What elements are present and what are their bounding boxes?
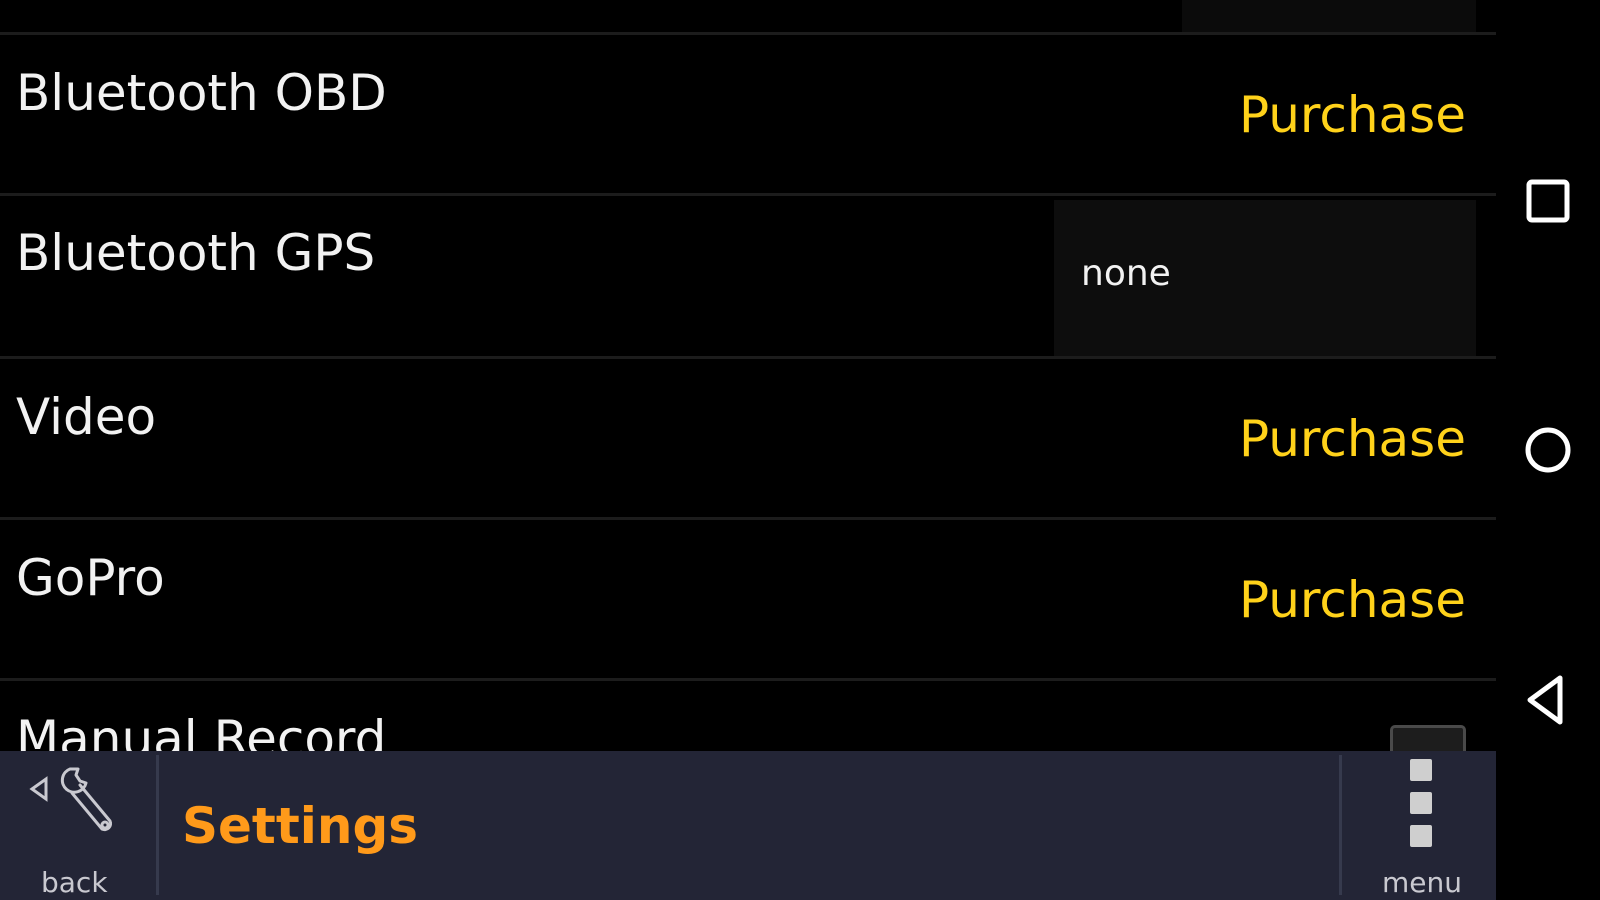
purchase-button-gopro[interactable]: Purchase [1239, 575, 1466, 625]
setting-label-gopro: GoPro [16, 549, 165, 607]
setting-row-bluetooth-gps: Bluetooth GPS none [0, 196, 1496, 358]
system-navigation-bar [1496, 0, 1600, 900]
nav-home-button[interactable] [1518, 420, 1578, 480]
previous-row-value-box[interactable] [1182, 0, 1476, 32]
nav-recents-button[interactable] [1518, 170, 1578, 230]
bluetooth-gps-select[interactable]: none [1054, 200, 1476, 358]
menu-label: menu [1382, 866, 1462, 899]
menu-dot [1410, 792, 1432, 814]
nav-back-button[interactable] [1518, 670, 1578, 730]
page-title: Settings [182, 797, 419, 855]
settings-list: Bluetooth OBD Purchase Bluetooth GPS non… [0, 0, 1496, 900]
square-icon [1526, 179, 1570, 223]
circle-icon [1525, 427, 1571, 473]
setting-row-bluetooth-obd[interactable]: Bluetooth OBD Purchase [0, 35, 1496, 193]
wrench-back-icon [29, 767, 113, 832]
setting-label-bluetooth-obd: Bluetooth OBD [16, 64, 387, 122]
menu-dot [1410, 825, 1432, 847]
setting-row-video[interactable]: Video Purchase [0, 359, 1496, 517]
menu-button[interactable]: menu [1342, 751, 1496, 900]
setting-row-gopro[interactable]: GoPro Purchase [0, 520, 1496, 678]
bottom-action-bar: back Settings menu [0, 751, 1496, 900]
screen: Bluetooth OBD Purchase Bluetooth GPS non… [0, 0, 1600, 900]
back-label: back [41, 866, 108, 899]
menu-dot [1410, 759, 1432, 781]
purchase-button-video[interactable]: Purchase [1239, 414, 1466, 464]
bar-separator [156, 755, 159, 895]
setting-label-video: Video [16, 388, 157, 446]
back-button[interactable]: back [0, 751, 156, 900]
purchase-button-bluetooth-obd[interactable]: Purchase [1239, 90, 1466, 140]
triangle-back-icon [1527, 675, 1563, 725]
setting-label-bluetooth-gps: Bluetooth GPS [16, 224, 376, 282]
